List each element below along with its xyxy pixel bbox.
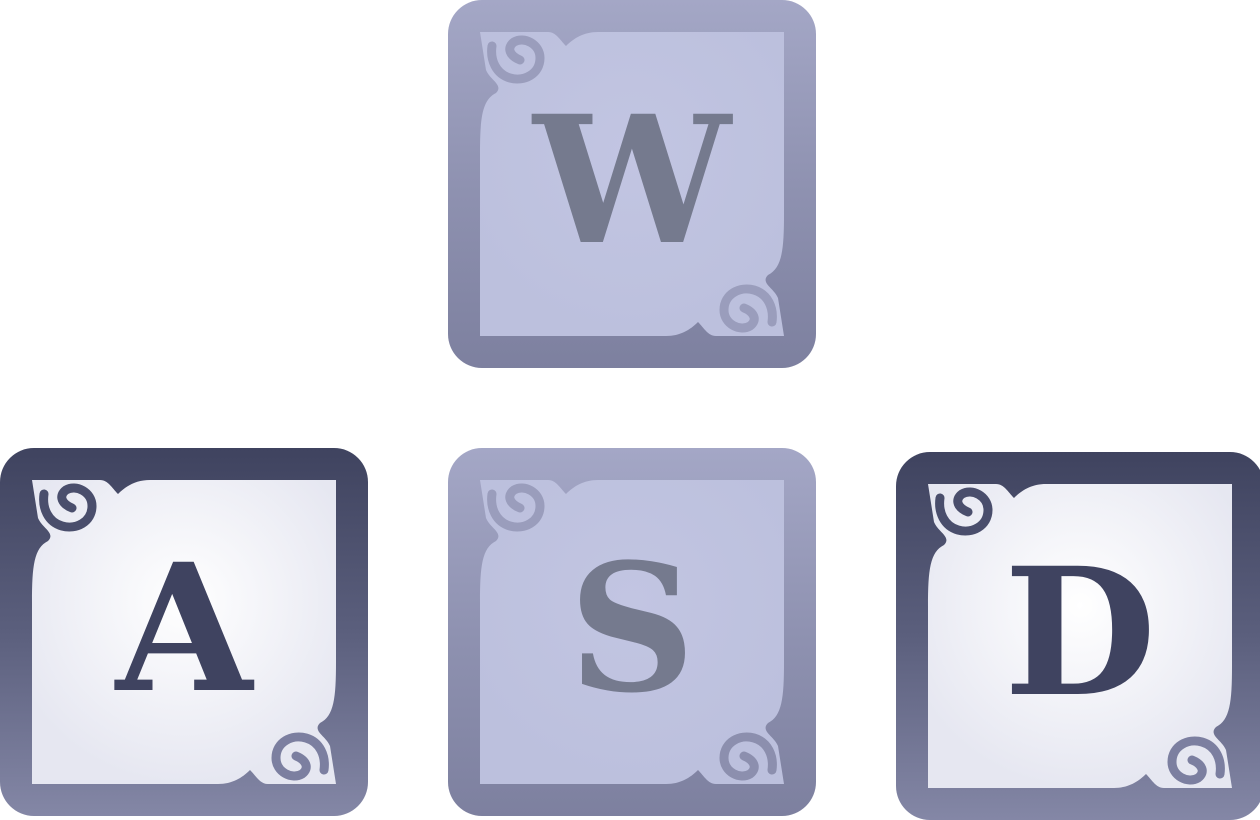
key-s[interactable]: S [448, 448, 816, 816]
key-s-label: S [568, 525, 696, 732]
key-w-label: W [533, 77, 731, 284]
key-d-label: D [1003, 529, 1157, 736]
key-a-label: A [115, 525, 253, 732]
key-d[interactable]: D [896, 452, 1260, 820]
key-a[interactable]: A [0, 448, 368, 816]
key-w[interactable]: W [448, 0, 816, 368]
